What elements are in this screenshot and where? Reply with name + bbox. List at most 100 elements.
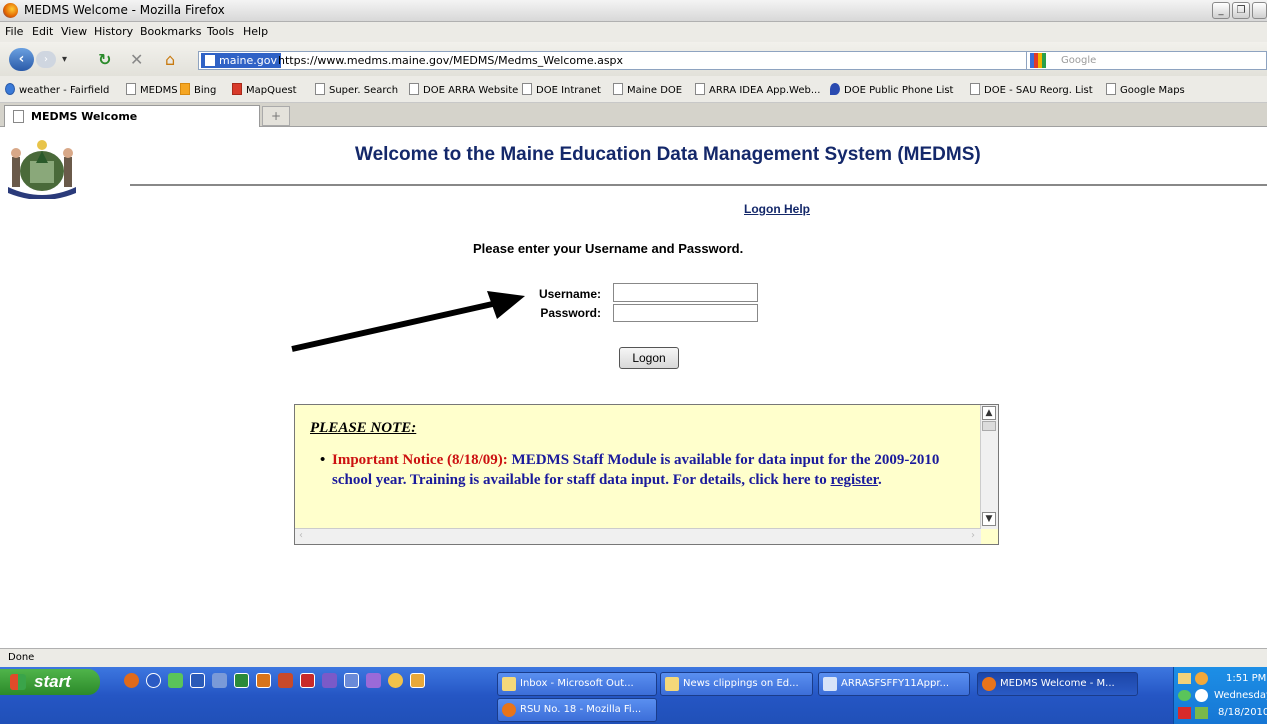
tab-bar: MEDMS Welcome + [0, 103, 1267, 127]
mapquest-icon [232, 83, 242, 95]
taskbar-item-news[interactable]: News clippings on Ed... [660, 672, 813, 696]
scroll-thumb[interactable] [982, 421, 996, 431]
outlook-quicklaunch-icon[interactable] [278, 673, 293, 688]
tab-medms-welcome[interactable]: MEDMS Welcome [4, 105, 260, 127]
app-quicklaunch-icon[interactable] [388, 673, 403, 688]
menu-help[interactable]: Help [243, 25, 268, 38]
bookmark-mapquest[interactable]: MapQuest [232, 83, 297, 96]
bookmark-maine-doe[interactable]: Maine DOE [613, 83, 682, 96]
back-button[interactable]: ‹ [9, 48, 34, 71]
scroll-right-icon[interactable]: › [971, 530, 975, 541]
bookmark-label: MapQuest [246, 85, 297, 96]
powerpoint-quicklaunch-icon[interactable] [256, 673, 271, 688]
excel-quicklaunch-icon[interactable] [234, 673, 249, 688]
scroll-left-icon[interactable]: ‹ [299, 530, 303, 541]
outlook-icon [502, 677, 516, 691]
logon-button[interactable]: Logon [619, 347, 679, 369]
firefox-quicklaunch-icon[interactable] [124, 673, 139, 688]
page-icon [1106, 83, 1116, 95]
taskbar-item-outlook[interactable]: Inbox - Microsoft Out... [497, 672, 657, 696]
menu-tools[interactable]: Tools [207, 25, 234, 38]
page-icon [613, 83, 623, 95]
forward-button[interactable]: › [36, 51, 56, 68]
close-button[interactable] [1252, 2, 1267, 19]
menu-history[interactable]: History [94, 25, 133, 38]
url-text[interactable]: https://www.medms.maine.gov/MEDMS/Medms_… [278, 54, 623, 67]
tray-icon[interactable] [1195, 672, 1208, 685]
page-icon [522, 83, 532, 95]
search-box[interactable]: Google [1026, 51, 1267, 70]
menu-edit[interactable]: Edit [32, 25, 53, 38]
bookmark-label: DOE Public Phone List [844, 85, 954, 96]
page-icon [315, 83, 325, 95]
menu-bar: File Edit View History Bookmarks Tools H… [0, 22, 1267, 42]
bookmark-bing[interactable]: Bing [180, 83, 216, 96]
app-quicklaunch-icon[interactable] [410, 673, 425, 688]
antivirus-tray-icon[interactable] [1178, 707, 1191, 719]
new-tab-button[interactable]: + [262, 106, 290, 126]
bookmark-medms[interactable]: MEDMS [126, 83, 178, 96]
notice-horizontal-scrollbar[interactable]: ‹ › [295, 528, 981, 544]
notice-vertical-scrollbar[interactable]: ▲ ▼ [980, 405, 998, 529]
logon-help-link[interactable]: Logon Help [744, 202, 810, 216]
reload-icon[interactable]: ↻ [98, 50, 111, 69]
document-quicklaunch-icon[interactable] [212, 673, 227, 688]
bookmark-google-maps[interactable]: Google Maps [1106, 83, 1185, 96]
bookmark-doe-sau[interactable]: DOE - SAU Reorg. List [970, 83, 1093, 96]
taskbar-item-word-doc[interactable]: ARRASFSFFY11Appr... [818, 672, 970, 696]
bookmark-super-search[interactable]: Super. Search [315, 83, 398, 96]
browser-window: MEDMS Welcome - Mozilla Firefox _ ❐ File… [0, 0, 1267, 724]
clock-time: 1:51 PM [1226, 673, 1267, 684]
window-title: MEDMS Welcome - Mozilla Firefox [24, 3, 225, 17]
bookmark-doe-phone-list[interactable]: DOE Public Phone List [830, 83, 953, 96]
menu-view[interactable]: View [61, 25, 87, 38]
pointer-arrow-annotation [291, 291, 525, 352]
network-tray-icon[interactable] [1178, 690, 1191, 701]
app-quicklaunch-icon[interactable] [344, 673, 359, 688]
register-link[interactable]: register [830, 472, 877, 488]
bookmark-label: Google Maps [1120, 85, 1185, 96]
bookmark-label: Bing [194, 85, 217, 96]
home-icon[interactable]: ⌂ [165, 50, 175, 69]
bookmark-weather[interactable]: weather - Fairfield [5, 83, 109, 96]
bookmark-label: Super. Search [329, 85, 399, 96]
start-button[interactable]: start [0, 669, 100, 695]
minimize-button[interactable]: _ [1212, 2, 1230, 19]
firefox-icon [982, 677, 996, 691]
scroll-up-icon[interactable]: ▲ [982, 406, 996, 420]
mail-tray-icon[interactable] [1178, 673, 1191, 684]
task-label: MEDMS Welcome - M... [1000, 678, 1115, 689]
tray-icon[interactable] [1195, 707, 1208, 719]
word-icon [823, 677, 837, 691]
bookmark-doe-arra[interactable]: DOE ARRA Website [409, 83, 518, 96]
word-quicklaunch-icon[interactable] [190, 673, 205, 688]
messenger-quicklaunch-icon[interactable] [168, 673, 183, 688]
restore-button[interactable]: ❐ [1232, 2, 1250, 19]
stop-icon[interactable]: ✕ [130, 50, 143, 69]
app-quicklaunch-icon[interactable] [366, 673, 381, 688]
history-dropdown-icon[interactable]: ▾ [62, 54, 67, 65]
page-icon [126, 83, 136, 95]
bookmark-doe-intranet[interactable]: DOE Intranet [522, 83, 601, 96]
bookmarks-toolbar: weather - Fairfield MEDMS Bing MapQuest … [0, 76, 1267, 103]
taskbar-item-rsu[interactable]: RSU No. 18 - Mozilla Fi... [497, 698, 657, 722]
taskbar-item-medms[interactable]: MEDMS Welcome - M... [977, 672, 1138, 696]
acrobat-quicklaunch-icon[interactable] [300, 673, 315, 688]
page-icon [970, 83, 980, 95]
password-field[interactable] [613, 304, 758, 322]
menu-file[interactable]: File [5, 25, 23, 38]
login-prompt: Please enter your Username and Password. [473, 241, 744, 256]
tray-icon[interactable] [1195, 689, 1208, 702]
bookmark-arra-idea[interactable]: ARRA IDEA App.Web... [695, 83, 820, 96]
google-icon[interactable] [1030, 53, 1046, 68]
menu-bookmarks[interactable]: Bookmarks [140, 25, 201, 38]
page-icon [13, 110, 24, 123]
media-quicklaunch-icon[interactable] [146, 673, 161, 688]
username-field[interactable] [613, 283, 758, 302]
firefox-icon [3, 3, 18, 18]
bookmark-label: MEDMS [140, 85, 178, 96]
app-quicklaunch-icon[interactable] [322, 673, 337, 688]
site-identity-badge[interactable]: maine.gov [201, 53, 281, 68]
scroll-down-icon[interactable]: ▼ [982, 512, 996, 526]
page-icon [695, 83, 705, 95]
